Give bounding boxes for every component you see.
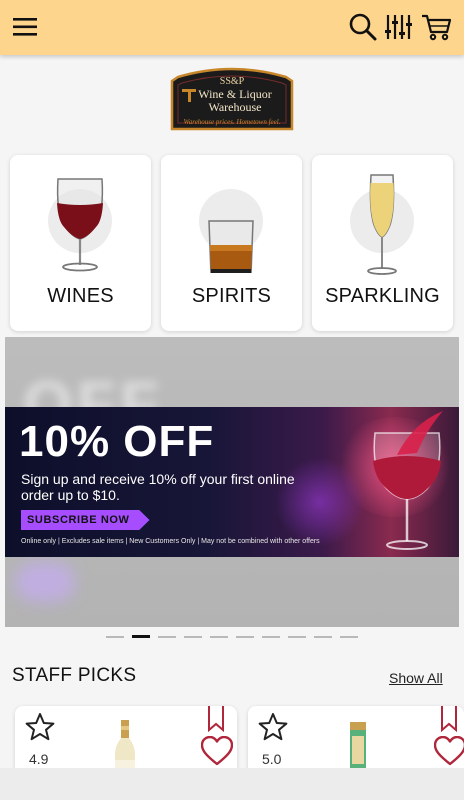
wine-glass-splash-icon (373, 411, 443, 550)
promo-fine-print: Online only | Excludes sale items | New … (21, 538, 320, 545)
category-card-spirits[interactable]: SPIRITS (161, 155, 302, 331)
category-card-wines[interactable]: WINES (10, 155, 151, 331)
whiskey-glass-icon (208, 220, 254, 273)
show-all-link[interactable]: Show All (389, 670, 443, 686)
category-label-wines: WINES (47, 285, 114, 307)
category-label-sparkling: SPARKLING (325, 285, 440, 307)
logo-tagline: Warehouse prices. Hometown feel. (184, 118, 281, 126)
carousel-dot[interactable] (132, 635, 150, 638)
champagne-flute-icon (367, 174, 397, 275)
logo-line1: SS&P (220, 76, 245, 87)
hamburger-menu-icon[interactable] (8, 10, 42, 44)
search-icon[interactable] (346, 10, 380, 44)
carousel-dot[interactable] (288, 636, 306, 638)
promo-subtext: Sign up and receive 10% off your first o… (21, 471, 295, 503)
favorite-heart-icon[interactable] (434, 736, 464, 766)
logo-line3: Warehouse (208, 100, 261, 114)
bookmark-icon[interactable] (207, 706, 225, 732)
cart-icon[interactable] (419, 10, 453, 44)
top-app-bar (0, 0, 464, 55)
red-wine-glass-icon (56, 178, 104, 272)
carousel-dot[interactable] (314, 636, 332, 638)
section-title-staff-picks: STAFF PICKS (12, 665, 137, 686)
subscribe-now-button[interactable]: SUBSCRIBE NOW (21, 510, 150, 530)
carousel-dot[interactable] (106, 636, 124, 638)
star-rating-icon[interactable] (25, 712, 55, 742)
carousel-dot[interactable] (210, 636, 228, 638)
product-card[interactable]: 5.0 (248, 706, 464, 776)
favorite-heart-icon[interactable] (201, 736, 233, 766)
star-rating-icon[interactable] (258, 712, 288, 742)
product-card[interactable]: 4.9 (15, 706, 237, 776)
category-card-sparkling[interactable]: SPARKLING (312, 155, 453, 331)
product-rating: 4.9 (29, 751, 49, 767)
carousel-dot[interactable] (184, 636, 202, 638)
promo-headline: 10% OFF (19, 417, 215, 466)
promo-slide[interactable]: 10% OFF Sign up and receive 10% off your… (5, 407, 459, 557)
bookmark-icon[interactable] (440, 706, 458, 732)
logo-line2: Wine & Liquor (198, 87, 272, 101)
store-logo[interactable]: SS&P Wine & Liquor Warehouse Warehouse p… (170, 67, 294, 133)
carousel-dot[interactable] (236, 636, 254, 638)
bottom-strip (0, 768, 464, 800)
carousel-dot[interactable] (262, 636, 280, 638)
carousel-dot[interactable] (158, 636, 176, 638)
product-rating: 5.0 (262, 751, 282, 767)
carousel-indicators (106, 635, 358, 639)
category-label-spirits: SPIRITS (191, 285, 272, 307)
carousel-dot[interactable] (340, 636, 358, 638)
filter-sliders-icon[interactable] (381, 10, 415, 44)
promo-carousel[interactable]: OFF 10% OFF Sign up and receive 10% off … (5, 337, 459, 627)
